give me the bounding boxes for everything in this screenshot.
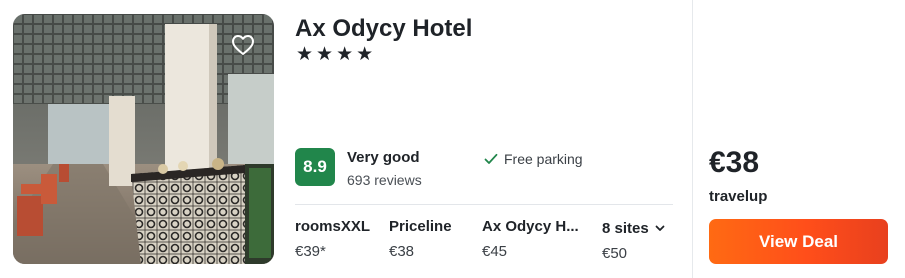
offer-price: €39* — [295, 243, 326, 260]
hotel-name[interactable]: Ax Odycy Hotel — [295, 15, 472, 43]
heart-icon — [232, 35, 254, 55]
check-icon — [484, 153, 498, 164]
more-sites-label: 8 sites — [602, 220, 649, 237]
view-deal-button[interactable]: View Deal — [709, 219, 888, 264]
offer-priceline[interactable]: Priceline €38 — [389, 218, 452, 260]
offer-ax-odycy-hotel[interactable]: Ax Odycy H... €45 — [482, 218, 579, 260]
deal-column-separator — [692, 0, 693, 278]
star-rating: ★★★★ — [296, 44, 377, 65]
more-sites-dropdown[interactable]: 8 sites €50 — [602, 220, 665, 262]
more-sites-price: €50 — [602, 245, 628, 262]
offer-price: €38 — [389, 243, 415, 260]
favorite-button[interactable] — [226, 28, 260, 62]
best-deal-price: €38 — [709, 146, 760, 179]
review-count[interactable]: 693 reviews — [347, 172, 422, 188]
offer-site: Priceline — [389, 218, 452, 235]
hotel-photo[interactable] — [13, 14, 274, 264]
amenity-label: Free parking — [504, 151, 583, 167]
offer-roomsxxl[interactable]: roomsXXL €39* — [295, 218, 370, 260]
rating-label: Very good — [347, 149, 420, 166]
best-deal-site: travelup — [709, 188, 768, 205]
rating-score-badge: 8.9 — [295, 148, 335, 186]
amenity-free-parking: Free parking — [484, 151, 583, 167]
offer-site: Ax Odycy H... — [482, 218, 579, 235]
hotel-result-card: Ax Odycy Hotel ★★★★ 8.9 Very good 693 re… — [0, 0, 905, 278]
offers-divider — [295, 204, 673, 205]
offer-site: roomsXXL — [295, 218, 371, 235]
chevron-down-icon — [655, 225, 665, 231]
offer-price: €45 — [482, 243, 508, 260]
